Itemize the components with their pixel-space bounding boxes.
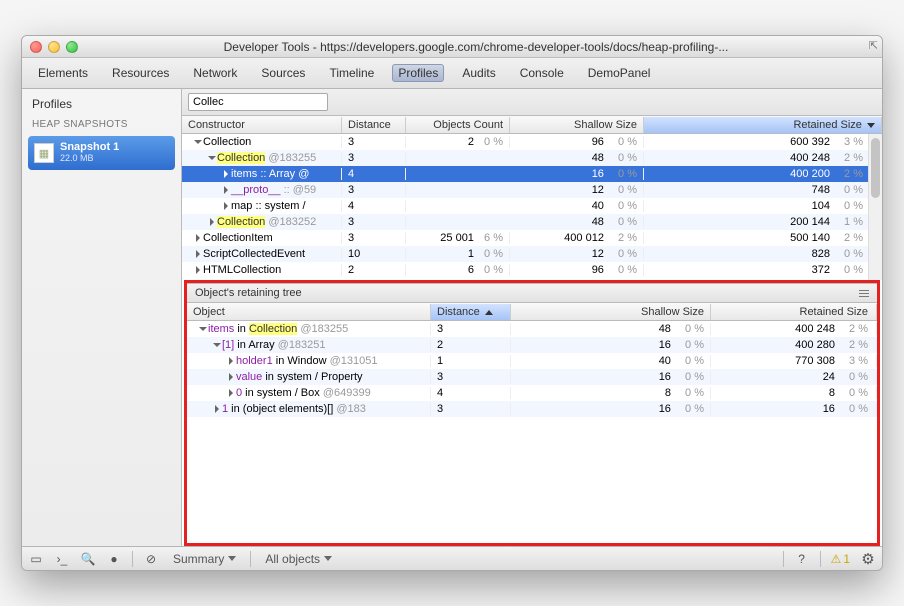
snapshot-size: 22.0 MB <box>60 153 119 164</box>
retaining-tree-panel: Object's retaining tree Object Distance … <box>184 280 880 546</box>
constructors-scrollbar[interactable] <box>868 134 882 280</box>
col-shallow-2[interactable]: Shallow Size <box>511 304 711 320</box>
col-shallow-size[interactable]: Shallow Size <box>510 117 644 133</box>
retaining-table: Object Distance Shallow Size Retained Si… <box>187 303 877 543</box>
disclosure-triangle-icon[interactable] <box>229 373 233 381</box>
table-row[interactable]: 1 in (object elements)[] @183316 0 %16 0… <box>187 401 877 417</box>
table-row[interactable]: __proto__ :: @59312 0 %748 0 % <box>182 182 882 198</box>
col-retained-2[interactable]: Retained Size <box>711 304 877 320</box>
table-row[interactable]: [1] in Array @183251216 0 %400 280 2 % <box>187 337 877 353</box>
popout-icon[interactable]: ⇱ <box>869 39 878 52</box>
table-row[interactable]: holder1 in Window @131051140 0 %770 308 … <box>187 353 877 369</box>
disclosure-triangle-icon[interactable] <box>224 202 228 210</box>
disclosure-triangle-icon[interactable] <box>215 405 219 413</box>
table-row[interactable]: HTMLCollection26 0 %96 0 %372 0 % <box>182 262 882 278</box>
sidebar-title: Profiles <box>22 89 181 115</box>
table-row[interactable]: ScriptCollectedEvent101 0 %12 0 %828 0 % <box>182 246 882 262</box>
close-window-button[interactable] <box>30 41 42 53</box>
table-row[interactable]: value in system / Property316 0 %24 0 % <box>187 369 877 385</box>
zoom-window-button[interactable] <box>66 41 78 53</box>
tab-elements[interactable]: Elements <box>32 64 94 82</box>
disclosure-triangle-icon[interactable] <box>229 357 233 365</box>
table-row[interactable]: Collection32 0 %96 0 %600 392 3 % <box>182 134 882 150</box>
dock-icon[interactable]: ▭ <box>28 551 44 567</box>
help-button[interactable]: ? <box>794 551 810 567</box>
disclosure-triangle-icon[interactable] <box>194 140 202 144</box>
table-row[interactable]: map :: system / 440 0 %104 0 % <box>182 198 882 214</box>
warnings-count[interactable]: ⚠1 <box>831 552 850 566</box>
class-filter-input[interactable] <box>188 93 328 111</box>
retaining-rows: items in Collection @183255348 0 %400 24… <box>187 321 877 543</box>
record-icon[interactable]: ● <box>106 551 122 567</box>
constructors-rows: Collection32 0 %96 0 %600 392 3 %Collect… <box>182 134 882 278</box>
filter-select[interactable]: All objects <box>261 552 336 566</box>
sort-asc-icon <box>485 310 493 315</box>
disclosure-triangle-icon[interactable] <box>210 218 214 226</box>
table-row[interactable]: 0 in system / Box @64939948 0 %8 0 % <box>187 385 877 401</box>
table-row[interactable]: Collection @183255348 0 %400 248 2 % <box>182 150 882 166</box>
window-controls <box>30 41 78 53</box>
col-distance-2[interactable]: Distance <box>431 304 511 320</box>
disclosure-triangle-icon[interactable] <box>224 170 228 178</box>
search-icon[interactable]: 🔍 <box>80 551 96 567</box>
disclosure-triangle-icon[interactable] <box>196 266 200 274</box>
titlebar: Developer Tools - https://developers.goo… <box>22 36 882 58</box>
table-row[interactable]: items in Collection @183255348 0 %400 24… <box>187 321 877 337</box>
table-row[interactable]: CollectionItem325 001 6 %400 012 2 %500 … <box>182 230 882 246</box>
disclosure-triangle-icon[interactable] <box>213 343 221 347</box>
table-row[interactable]: items :: Array @416 0 %400 200 2 % <box>182 166 882 182</box>
view-select[interactable]: Summary <box>169 552 240 566</box>
table-row[interactable]: Collection @183252348 0 %200 144 1 % <box>182 214 882 230</box>
tab-profiles[interactable]: Profiles <box>392 64 444 82</box>
main-panel: Constructor Distance Objects Count Shall… <box>182 89 882 546</box>
profiles-sidebar: Profiles HEAP SNAPSHOTS ▦ Snapshot 1 22.… <box>22 89 182 546</box>
scrollbar-thumb[interactable] <box>871 138 880 198</box>
devtools-window: Developer Tools - https://developers.goo… <box>21 35 883 571</box>
class-filter-bar <box>182 89 882 116</box>
snapshot-item[interactable]: ▦ Snapshot 1 22.0 MB <box>28 136 175 170</box>
sidebar-section-heap: HEAP SNAPSHOTS <box>22 115 181 132</box>
snapshot-text: Snapshot 1 22.0 MB <box>60 142 119 164</box>
sort-desc-icon <box>867 123 875 128</box>
col-objects-count[interactable]: Objects Count <box>406 117 510 133</box>
constructors-header[interactable]: Constructor Distance Objects Count Shall… <box>182 116 882 134</box>
disclosure-triangle-icon[interactable] <box>229 389 233 397</box>
separator <box>783 551 784 567</box>
col-constructor[interactable]: Constructor <box>182 117 342 133</box>
separator <box>820 551 821 567</box>
snapshot-icon: ▦ <box>34 143 54 163</box>
console-toggle-icon[interactable]: ›_ <box>54 551 70 567</box>
separator <box>250 551 251 567</box>
status-bar: ▭ ›_ 🔍 ● ⊘ Summary All objects ? ⚠1 ⚙ <box>22 546 882 570</box>
tab-network[interactable]: Network <box>187 64 243 82</box>
tab-demopanel[interactable]: DemoPanel <box>582 64 657 82</box>
disclosure-triangle-icon[interactable] <box>196 234 200 242</box>
tab-sources[interactable]: Sources <box>255 64 311 82</box>
separator <box>132 551 133 567</box>
col-object[interactable]: Object <box>187 304 431 320</box>
retaining-tree-title: Object's retaining tree <box>187 283 877 303</box>
window-title: Developer Tools - https://developers.goo… <box>78 40 874 54</box>
clear-icon[interactable]: ⊘ <box>143 551 159 567</box>
col-distance[interactable]: Distance <box>342 117 406 133</box>
disclosure-triangle-icon[interactable] <box>199 327 207 331</box>
tab-resources[interactable]: Resources <box>106 64 175 82</box>
constructors-table: Constructor Distance Objects Count Shall… <box>182 116 882 280</box>
tab-timeline[interactable]: Timeline <box>323 64 380 82</box>
minimize-window-button[interactable] <box>48 41 60 53</box>
col-retained-size[interactable]: Retained Size <box>644 117 882 133</box>
panel-tabs: Elements Resources Network Sources Timel… <box>22 58 882 89</box>
pane-menu-icon[interactable] <box>859 290 869 297</box>
disclosure-triangle-icon[interactable] <box>208 156 216 160</box>
disclosure-triangle-icon[interactable] <box>196 250 200 258</box>
content: Profiles HEAP SNAPSHOTS ▦ Snapshot 1 22.… <box>22 89 882 546</box>
retaining-header[interactable]: Object Distance Shallow Size Retained Si… <box>187 303 877 321</box>
settings-gear-icon[interactable]: ⚙ <box>860 551 876 567</box>
tab-console[interactable]: Console <box>514 64 570 82</box>
disclosure-triangle-icon[interactable] <box>224 186 228 194</box>
snapshot-name: Snapshot 1 <box>60 142 119 153</box>
tab-audits[interactable]: Audits <box>456 64 501 82</box>
